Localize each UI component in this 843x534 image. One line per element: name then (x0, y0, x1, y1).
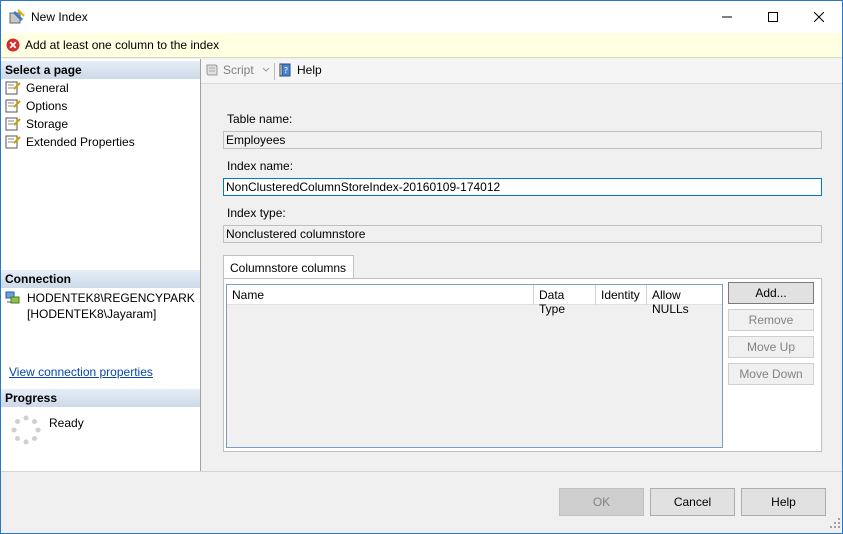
new-index-app-icon (9, 9, 25, 25)
connection-info: HODENTEK8\REGENCYPARK [HODENTEK8\Jayaram… (5, 290, 195, 322)
page-wrench-icon (5, 135, 21, 149)
toolbar-separator (274, 63, 275, 80)
index-type-label: Index type: (227, 206, 286, 220)
help-button[interactable]: Help (741, 488, 826, 516)
ok-button[interactable]: OK (559, 488, 644, 516)
add-column-button[interactable]: Add... (728, 282, 814, 304)
toolbar: Script ? Help (201, 59, 842, 84)
columns-grid[interactable]: Name Data Type Identity Allow NULLs (226, 284, 723, 448)
script-icon (206, 64, 218, 76)
close-icon (814, 12, 824, 22)
column-header-identity[interactable]: Identity (596, 285, 647, 305)
error-icon (6, 38, 20, 55)
column-header-name[interactable]: Name (227, 285, 534, 305)
page-wrench-icon (5, 99, 21, 113)
columns-grid-header: Name Data Type Identity Allow NULLs (227, 285, 722, 316)
progress-status: Ready (49, 416, 84, 430)
progress-header: Progress (1, 389, 200, 407)
dialog-button-bar: OK Cancel Help (1, 471, 842, 533)
view-connection-properties-link[interactable]: View connection properties (9, 365, 153, 379)
maximize-icon (768, 12, 778, 22)
script-label: Script (223, 63, 254, 77)
server-connection-icon (5, 291, 20, 304)
connection-server: HODENTEK8\REGENCYPARK (27, 291, 195, 305)
error-message: Add at least one column to the index (25, 38, 220, 52)
progress-spinner-icon (11, 415, 41, 448)
minimize-button[interactable] (704, 1, 750, 33)
page-item-label: Extended Properties (26, 135, 135, 149)
index-type-field: Nonclustered columnstore (223, 225, 822, 243)
maximize-button[interactable] (750, 1, 796, 33)
page-item-extended-properties[interactable]: Extended Properties (5, 133, 135, 151)
move-down-button[interactable]: Move Down (728, 363, 814, 385)
error-bar: Add at least one column to the index (1, 33, 842, 58)
left-pane: Select a page General Options Storage Ex… (1, 59, 201, 471)
page-item-label: Options (26, 99, 68, 113)
connection-header: Connection (1, 270, 200, 288)
column-header-data-type[interactable]: Data Type (534, 285, 596, 316)
help-toolbar-button[interactable]: ? Help (279, 63, 322, 77)
connection-user: [HODENTEK8\Jayaram] (27, 307, 157, 321)
help-label: Help (297, 63, 322, 77)
svg-text:?: ? (284, 66, 288, 75)
page-wrench-icon (5, 117, 21, 131)
move-up-button[interactable]: Move Up (728, 336, 814, 358)
script-button[interactable]: Script (205, 63, 270, 77)
select-page-header: Select a page (1, 61, 200, 79)
index-name-label: Index name: (227, 159, 294, 173)
page-item-storage[interactable]: Storage (5, 115, 68, 133)
resize-grip-icon[interactable] (830, 517, 840, 531)
table-name-label: Table name: (227, 112, 293, 126)
chevron-down-icon (262, 67, 270, 72)
tab-columnstore-columns[interactable]: Columnstore columns (223, 255, 354, 279)
close-button[interactable] (796, 1, 842, 33)
index-name-input[interactable]: NonClusteredColumnStoreIndex-20160109-17… (223, 178, 822, 196)
help-book-icon: ? (279, 63, 291, 77)
page-item-label: General (26, 81, 69, 95)
table-name-field: Employees (223, 131, 822, 149)
minimize-icon (722, 16, 732, 18)
page-item-options[interactable]: Options (5, 97, 67, 115)
page-wrench-icon (5, 81, 21, 95)
page-item-label: Storage (26, 117, 69, 131)
column-header-allow-nulls[interactable]: Allow NULLs (647, 285, 722, 316)
general-page-content: Table name: Employees Index name: NonClu… (201, 85, 842, 471)
columnstore-columns-panel: Name Data Type Identity Allow NULLs Add.… (223, 278, 822, 452)
cancel-button[interactable]: Cancel (650, 488, 735, 516)
new-index-window: New Index Add at least one column to the… (0, 0, 843, 534)
page-item-general[interactable]: General (5, 79, 69, 97)
remove-column-button[interactable]: Remove (728, 309, 814, 331)
title-bar: New Index (1, 1, 842, 33)
window-title: New Index (31, 10, 88, 24)
